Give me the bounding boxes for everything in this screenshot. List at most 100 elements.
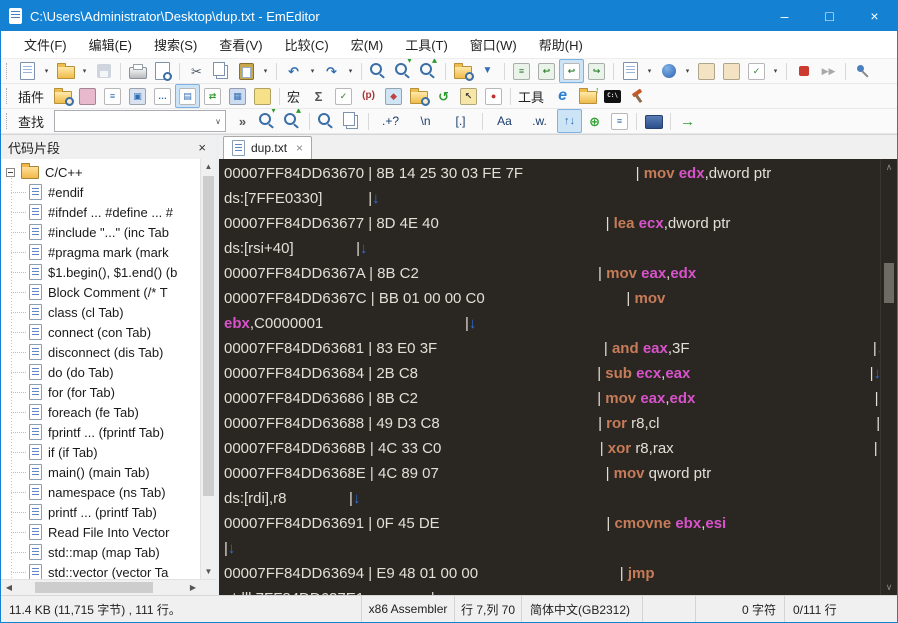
- find-input[interactable]: ∨: [54, 110, 227, 132]
- menu-item-7[interactable]: 窗口(W): [459, 31, 528, 58]
- compare-documents-button[interactable]: [694, 59, 719, 83]
- filter-lines-button[interactable]: ≡: [607, 109, 632, 133]
- cut-button[interactable]: ✂: [184, 59, 209, 83]
- tree-item-1[interactable]: #ifndef ... #define ... #: [1, 202, 200, 222]
- tree-item-9[interactable]: do (do Tab): [1, 362, 200, 382]
- find-dialog-button[interactable]: [314, 109, 339, 133]
- menu-item-1[interactable]: 编辑(E): [78, 31, 143, 58]
- macro-colors-button[interactable]: ◆: [381, 84, 406, 108]
- document-mode-button-dropdown[interactable]: ▾: [643, 59, 656, 83]
- tree-item-11[interactable]: foreach (fe Tab): [1, 402, 200, 422]
- maximize-button[interactable]: □: [807, 1, 852, 31]
- menu-item-0[interactable]: 文件(F): [13, 31, 78, 58]
- find-previous-button[interactable]: [416, 59, 441, 83]
- tool-command-prompt-button[interactable]: C:\: [600, 84, 625, 108]
- macro-find-button[interactable]: [406, 84, 431, 108]
- menu-item-5[interactable]: 宏(M): [340, 31, 395, 58]
- tree-item-10[interactable]: for (for Tab): [1, 382, 200, 402]
- new-file-button-dropdown[interactable]: ▾: [40, 59, 53, 83]
- tree-item-18[interactable]: std::map (map Tab): [1, 542, 200, 562]
- search-loop-toggle[interactable]: ↑↓: [557, 109, 583, 133]
- status-encoding[interactable]: 简体中文(GB2312): [521, 596, 642, 622]
- wrap-by-page-button[interactable]: ↪: [584, 59, 609, 83]
- snippets-tree[interactable]: C/C++ #endif #ifndef ... #define ... # #inc…: [1, 159, 200, 579]
- tree-item-4[interactable]: $1.begin(), $1.end() (b: [1, 262, 200, 282]
- panel-close-icon[interactable]: ×: [195, 140, 209, 155]
- scroll-up-icon[interactable]: ▲: [201, 159, 216, 174]
- editor-vscroll-thumb[interactable]: [884, 263, 894, 303]
- go-back-button[interactable]: ↺: [431, 84, 456, 108]
- sidebar-hscroll-track[interactable]: [17, 580, 185, 595]
- tree-item-7[interactable]: connect (con Tab): [1, 322, 200, 342]
- tool-open-folder-button[interactable]: [575, 84, 600, 108]
- tree-item-2[interactable]: #include "..." (inc Tab: [1, 222, 200, 242]
- print-button[interactable]: [125, 59, 150, 83]
- print-preview-button[interactable]: [150, 59, 175, 83]
- record-macro-button[interactable]: [791, 59, 816, 83]
- toolbar-overflow-chevron[interactable]: »: [230, 109, 255, 133]
- find-next-button[interactable]: [391, 59, 416, 83]
- find-in-files-button[interactable]: [450, 59, 475, 83]
- chevron-down-icon[interactable]: ∨: [211, 117, 225, 126]
- plugin-projects-button[interactable]: ▣: [125, 84, 150, 108]
- minimize-button[interactable]: –: [762, 1, 807, 31]
- regex-toggle[interactable]: .+?: [373, 109, 408, 133]
- tree-root-c-cpp[interactable]: C/C++: [1, 162, 200, 182]
- scroll-down-icon[interactable]: ▼: [201, 564, 216, 579]
- editor-scroll-down-icon[interactable]: ∨: [881, 579, 897, 595]
- redo-button-dropdown[interactable]: ▾: [344, 59, 357, 83]
- pointer-ruler-button[interactable]: ↖: [456, 84, 481, 108]
- plugin-compare-windows-button[interactable]: ▦: [225, 84, 250, 108]
- scroll-left-icon[interactable]: ◀: [1, 583, 17, 592]
- scroll-right-icon[interactable]: ▶: [185, 583, 201, 592]
- sidebar-vscroll-track[interactable]: [201, 174, 216, 564]
- macro-check-button[interactable]: ✓: [331, 84, 356, 108]
- status-cursor-position[interactable]: 行 7,列 70: [454, 596, 521, 622]
- plugin-explorer-button[interactable]: [50, 84, 75, 108]
- wrap-by-window-button[interactable]: ↩: [559, 59, 584, 83]
- open-file-button[interactable]: [53, 59, 78, 83]
- findbar-previous-button[interactable]: [280, 109, 305, 133]
- open-file-button-dropdown[interactable]: ▾: [78, 59, 91, 83]
- plugin-html-bar-button[interactable]: [75, 84, 100, 108]
- tree-item-14[interactable]: main() (main Tab): [1, 462, 200, 482]
- new-file-button[interactable]: [15, 59, 40, 83]
- display-mode-button[interactable]: [641, 109, 666, 133]
- copy-button[interactable]: [209, 59, 234, 83]
- sidebar-vertical-scrollbar[interactable]: ▲ ▼: [200, 159, 216, 579]
- encoding-button-dropdown[interactable]: ▾: [681, 59, 694, 83]
- findbar-next-button[interactable]: [255, 109, 280, 133]
- plugin-snippets-button[interactable]: ▤: [175, 84, 201, 108]
- plugin-sync-button[interactable]: ⇄: [200, 84, 225, 108]
- tab-close-icon[interactable]: ×: [296, 141, 303, 155]
- tree-item-6[interactable]: class (cl Tab): [1, 302, 200, 322]
- encoding-button[interactable]: [656, 59, 681, 83]
- editor-vertical-scrollbar[interactable]: ∧ ∨: [880, 159, 897, 595]
- sidebar-hscroll-thumb[interactable]: [35, 582, 153, 593]
- copy-results-button[interactable]: [339, 109, 364, 133]
- plugin-sticky-notes-button[interactable]: [250, 84, 275, 108]
- macro-parameters-button[interactable]: (p): [356, 84, 381, 108]
- tool-build-button[interactable]: [625, 84, 650, 108]
- tab-dup-txt[interactable]: dup.txt ×: [223, 136, 313, 159]
- sidebar-vscroll-thumb[interactable]: [203, 176, 214, 496]
- tree-item-3[interactable]: #pragma mark (mark: [1, 242, 200, 262]
- close-button[interactable]: ×: [852, 1, 897, 31]
- sidebar-horizontal-scrollbar[interactable]: ◀ ▶: [1, 579, 216, 595]
- text-editor[interactable]: 00007FF84DD63670 | 8B 14 25 30 03 FE 7F …: [219, 159, 880, 595]
- wrap-by-character-button[interactable]: ↩: [534, 59, 559, 83]
- paste-button-dropdown[interactable]: ▾: [259, 59, 272, 83]
- sync-scroll-button[interactable]: [719, 59, 744, 83]
- plugin-open-documents-button[interactable]: ≡: [100, 84, 125, 108]
- character-class-toggle[interactable]: [.]: [443, 109, 478, 133]
- tree-item-15[interactable]: namespace (ns Tab): [1, 482, 200, 502]
- editor-scroll-up-icon[interactable]: ∧: [881, 159, 897, 175]
- pin-button[interactable]: [850, 59, 875, 83]
- run-macro-button[interactable]: ▶▶: [816, 59, 841, 83]
- tree-item-12[interactable]: fprintf ... (fprintf Tab): [1, 422, 200, 442]
- document-mode-button[interactable]: [618, 59, 643, 83]
- menu-item-6[interactable]: 工具(T): [394, 31, 459, 58]
- status-syntax[interactable]: x86 Assembler: [361, 596, 454, 622]
- tree-item-16[interactable]: printf ... (printf Tab): [1, 502, 200, 522]
- find-button[interactable]: [366, 59, 391, 83]
